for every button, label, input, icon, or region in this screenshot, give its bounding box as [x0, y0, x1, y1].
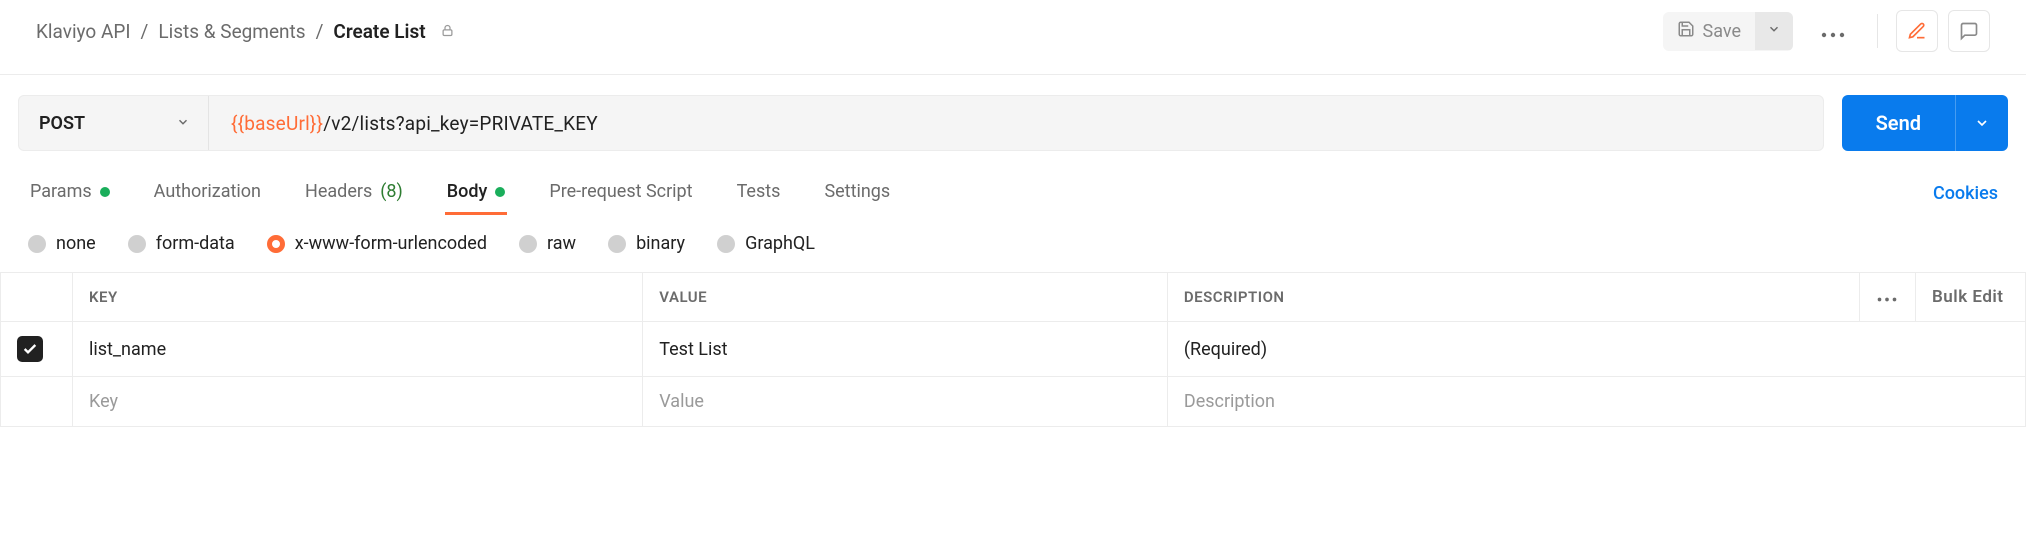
checkbox-checked-icon: [17, 336, 43, 362]
body-type-graphql-label: GraphQL: [745, 233, 815, 254]
body-type-none[interactable]: none: [28, 233, 96, 254]
ellipsis-icon: [1876, 288, 1898, 306]
tab-authorization-label: Authorization: [154, 181, 261, 202]
body-type-binary[interactable]: binary: [608, 233, 685, 254]
tab-prerequest-label: Pre-request Script: [549, 181, 692, 202]
radio-icon: [28, 235, 46, 253]
body-type-binary-label: binary: [636, 233, 685, 254]
row-checkbox-cell[interactable]: [1, 322, 73, 377]
row-key-cell[interactable]: Key: [73, 377, 643, 427]
save-dropdown[interactable]: [1755, 12, 1793, 50]
url-input[interactable]: {{baseUrl}}/v2/lists?api_key=PRIVATE_KEY: [209, 96, 1823, 150]
save-icon: [1677, 20, 1695, 43]
breadcrumb-sep: /: [141, 20, 149, 43]
tab-settings[interactable]: Settings: [822, 171, 892, 215]
tab-body[interactable]: Body: [445, 171, 508, 215]
radio-icon: [267, 235, 285, 253]
table-header-row: KEY VALUE DESCRIPTION Bulk Edit: [1, 273, 2026, 322]
row-checkbox-cell[interactable]: [1, 377, 73, 427]
col-key-header: KEY: [73, 273, 643, 322]
body-type-none-label: none: [56, 233, 96, 254]
tab-headers-label: Headers: [305, 181, 372, 202]
divider: [1877, 14, 1878, 48]
dot-indicator-icon: [100, 187, 110, 197]
body-type-formdata-label: form-data: [156, 233, 235, 254]
col-check-header: [1, 273, 73, 322]
tab-tests[interactable]: Tests: [735, 171, 783, 215]
body-type-formdata[interactable]: form-data: [128, 233, 235, 254]
send-label: Send: [1842, 111, 1955, 135]
tab-headers-count: (8): [380, 181, 403, 202]
body-type-selector: none form-data x-www-form-urlencoded raw…: [0, 215, 2026, 272]
row-value-placeholder: Value: [659, 391, 1151, 412]
table-row-empty: Key Value Description: [1, 377, 2026, 427]
tab-params[interactable]: Params: [28, 171, 112, 215]
bulk-edit-label: Bulk Edit: [1932, 287, 2004, 307]
radio-icon: [608, 235, 626, 253]
tab-prerequest[interactable]: Pre-request Script: [547, 171, 694, 215]
body-type-xwww-label: x-www-form-urlencoded: [295, 233, 487, 254]
url-bar: POST {{baseUrl}}/v2/lists?api_key=PRIVAT…: [18, 95, 1824, 151]
breadcrumb-root[interactable]: Klaviyo API: [36, 20, 131, 43]
cookies-link[interactable]: Cookies: [1933, 183, 1998, 204]
row-key-cell[interactable]: list_name: [73, 322, 643, 377]
comments-button[interactable]: [1948, 10, 1990, 52]
breadcrumb: Klaviyo API / Lists & Segments / Create …: [36, 20, 455, 43]
row-description-cell[interactable]: (Required): [1167, 322, 2025, 377]
row-description-value: (Required): [1184, 339, 2009, 360]
tab-headers[interactable]: Headers (8): [303, 171, 405, 215]
body-type-xwww[interactable]: x-www-form-urlencoded: [267, 233, 487, 254]
save-label: Save: [1703, 21, 1742, 42]
request-tabs: Params Authorization Headers (8) Body Pr…: [28, 171, 892, 215]
col-options-header[interactable]: [1860, 273, 1916, 322]
url-variable: {{baseUrl}}: [231, 112, 323, 135]
row-description-placeholder: Description: [1184, 391, 2009, 412]
method-select[interactable]: POST: [19, 96, 209, 150]
url-path: /v2/lists?api_key=PRIVATE_KEY: [323, 112, 598, 135]
body-type-graphql[interactable]: GraphQL: [717, 233, 815, 254]
bulk-edit-header[interactable]: Bulk Edit: [1916, 273, 2026, 322]
tab-body-label: Body: [447, 181, 488, 202]
radio-icon: [128, 235, 146, 253]
method-label: POST: [39, 113, 85, 134]
breadcrumb-current: Create List: [333, 20, 425, 43]
send-button[interactable]: Send: [1842, 95, 2008, 151]
more-options-button[interactable]: [1807, 10, 1859, 52]
lock-icon: [440, 20, 455, 43]
breadcrumb-sep: /: [316, 20, 324, 43]
dot-indicator-icon: [495, 187, 505, 197]
row-value-value: Test List: [659, 339, 1151, 360]
chevron-down-icon: [176, 113, 190, 134]
topbar: Klaviyo API / Lists & Segments / Create …: [0, 0, 2026, 75]
row-description-cell[interactable]: Description: [1167, 377, 2025, 427]
row-key-value: list_name: [89, 339, 626, 360]
radio-icon: [519, 235, 537, 253]
col-value-header: VALUE: [643, 273, 1168, 322]
documentation-button[interactable]: [1896, 10, 1938, 52]
tab-settings-label: Settings: [824, 181, 890, 202]
tab-params-label: Params: [30, 181, 92, 202]
row-key-placeholder: Key: [89, 391, 626, 412]
top-actions: Save: [1663, 10, 1991, 52]
body-type-raw-label: raw: [547, 233, 576, 254]
breadcrumb-mid[interactable]: Lists & Segments: [158, 20, 305, 43]
table-row: list_name Test List (Required): [1, 322, 2026, 377]
body-params-table: KEY VALUE DESCRIPTION Bulk Edit list_nam…: [0, 272, 2026, 427]
tab-authorization[interactable]: Authorization: [152, 171, 263, 215]
request-tabs-row: Params Authorization Headers (8) Body Pr…: [0, 171, 2026, 215]
save-button-group: Save: [1663, 12, 1794, 51]
body-type-raw[interactable]: raw: [519, 233, 576, 254]
tab-tests-label: Tests: [737, 181, 781, 202]
col-description-header: DESCRIPTION: [1167, 273, 1859, 322]
send-dropdown[interactable]: [1955, 95, 2008, 151]
radio-icon: [717, 235, 735, 253]
request-row: POST {{baseUrl}}/v2/lists?api_key=PRIVAT…: [0, 75, 2026, 171]
row-value-cell[interactable]: Test List: [643, 322, 1168, 377]
row-value-cell[interactable]: Value: [643, 377, 1168, 427]
save-button[interactable]: Save: [1663, 12, 1756, 51]
